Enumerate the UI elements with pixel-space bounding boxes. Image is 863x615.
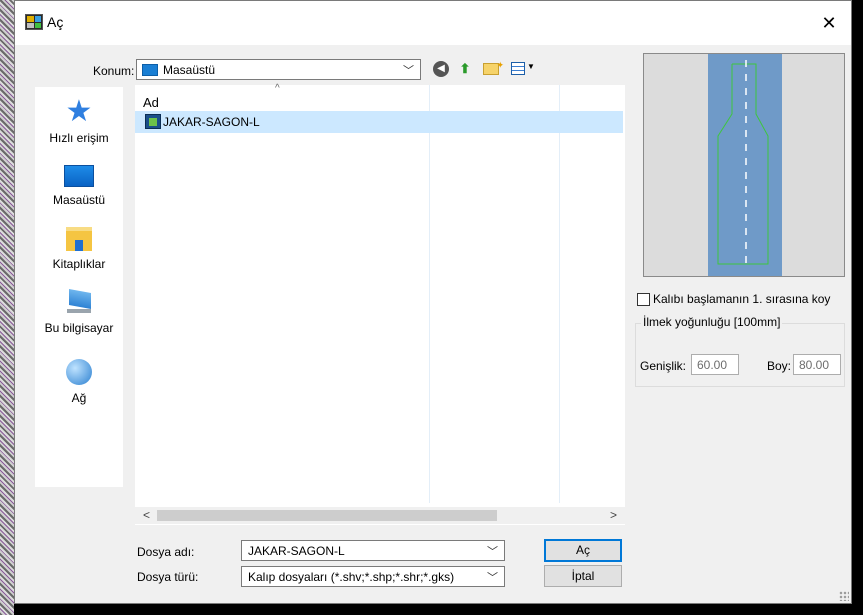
cancel-button[interactable]: İptal	[544, 565, 622, 587]
background-edge-strip	[0, 0, 14, 615]
place-label: Hızlı erişim	[49, 131, 109, 145]
file-name: JAKAR-SAGON-L	[163, 115, 260, 129]
quick-access-star-icon: ★	[65, 95, 93, 128]
libraries-icon	[66, 227, 92, 251]
new-folder-icon[interactable]	[483, 57, 504, 75]
column-divider	[559, 85, 560, 503]
preview-graphic	[644, 54, 844, 276]
height-label: Boy:	[767, 359, 792, 373]
dialog-title: Aç	[47, 14, 64, 30]
filename-value: JAKAR-SAGON-L	[248, 544, 345, 558]
chevron-down-icon: ﹀	[403, 65, 414, 77]
location-value: Masaüstü	[163, 63, 216, 77]
pattern-file-icon	[145, 114, 161, 129]
place-desktop[interactable]: Masaüstü	[35, 165, 123, 207]
horizontal-scrollbar[interactable]: < >	[135, 507, 625, 524]
app-icon	[25, 14, 43, 30]
location-combobox[interactable]: Masaüstü ﹀	[136, 59, 421, 80]
open-file-dialog: Aç ✕ Konum: Masaüstü ﹀ ◀ ⬆ ▼ ★ Hızlı eri…	[14, 0, 852, 604]
width-label: Genişlik:	[640, 359, 687, 373]
place-label: Bu bilgisayar	[44, 321, 114, 335]
filename-label: Dosya adı:	[137, 545, 195, 559]
pattern-preview	[643, 53, 845, 277]
column-header-name[interactable]: Ad	[143, 95, 159, 110]
filetype-select[interactable]: Kalıp dosyaları (*.shv;*.shp;*.shr;*.gks…	[241, 566, 505, 587]
view-menu-icon[interactable]	[511, 62, 525, 75]
start-position-checkbox[interactable]	[637, 293, 650, 306]
height-input[interactable]: 80.00	[793, 354, 841, 375]
back-arrow-icon[interactable]: ◀	[433, 61, 449, 77]
title-bar: Aç ✕	[15, 1, 851, 45]
filetype-label: Dosya türü:	[137, 570, 199, 584]
place-label: Kitaplıklar	[52, 257, 106, 271]
close-button[interactable]: ✕	[807, 1, 851, 45]
scrollbar-thumb[interactable]	[157, 510, 497, 521]
loop-density-title: İlmek yoğunluğu [100mm]	[641, 315, 783, 329]
file-list[interactable]: ^ Ad JAKAR-SAGON-L < >	[135, 83, 625, 525]
up-folder-icon[interactable]: ⬆	[457, 61, 473, 77]
start-position-label: Kalıbı başlamanın 1. sırasına koy	[653, 292, 831, 306]
sort-ascending-icon: ^	[275, 83, 280, 94]
location-label: Konum:	[93, 64, 135, 78]
filetype-value: Kalıp dosyaları (*.shv;*.shp;*.shr;*.gks…	[248, 570, 455, 584]
place-label: Masaüstü	[52, 193, 106, 207]
width-input[interactable]: 60.00	[691, 354, 739, 375]
place-label: Ağ	[71, 391, 87, 405]
place-libraries[interactable]: Kitaplıklar	[35, 227, 123, 271]
place-network[interactable]: Ağ	[35, 359, 123, 405]
this-pc-icon	[65, 291, 93, 315]
place-quick-access[interactable]: ★ Hızlı erişim	[35, 95, 123, 146]
place-this-pc[interactable]: Bu bilgisayar	[35, 291, 123, 335]
resize-grip-icon[interactable]	[839, 591, 849, 601]
desktop-folder-icon	[142, 64, 158, 76]
list-item[interactable]: JAKAR-SAGON-L	[135, 111, 623, 133]
network-icon	[66, 359, 92, 385]
chevron-down-icon[interactable]: ﹀	[487, 543, 498, 559]
chevron-down-icon[interactable]: ﹀	[487, 569, 498, 585]
scroll-left-icon[interactable]: <	[143, 508, 150, 522]
desktop-icon	[64, 165, 94, 187]
view-menu-arrow-icon[interactable]: ▼	[527, 62, 535, 71]
scroll-right-icon[interactable]: >	[610, 508, 617, 522]
open-button[interactable]: Aç	[544, 539, 622, 562]
filename-input[interactable]: JAKAR-SAGON-L ﹀	[241, 540, 505, 561]
column-divider	[429, 85, 430, 503]
places-bar: ★ Hızlı erişim Masaüstü Kitaplıklar Bu b…	[35, 87, 123, 487]
